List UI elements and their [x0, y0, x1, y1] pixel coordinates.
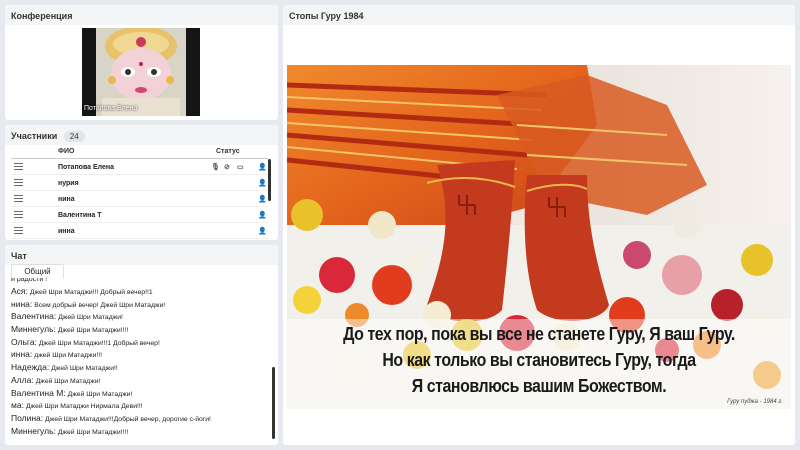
tab-general[interactable]: Общий [11, 264, 64, 278]
participant-name: Валентина Т [58, 212, 102, 219]
screen-share-icon[interactable]: ▭ [237, 163, 244, 171]
microphone-icon[interactable]: 🎙 [211, 163, 220, 171]
participants-scrollbar[interactable] [268, 159, 271, 201]
participants-table-header: ФИО Статус [11, 147, 268, 159]
user-avatar-icon: 👤 [258, 164, 267, 171]
caption-line-3: Я становлюсь вашим Божеством. [411, 375, 667, 396]
participant-name: инна [58, 228, 75, 235]
presentation-slide: До тех пор, пока вы все не станете Гуру,… [287, 65, 791, 409]
chat-author: Валентина: [11, 311, 57, 322]
chat-author: Ася: [11, 286, 28, 296]
chat-message: ма: Джей Шри Матаджи Нирмала Деви!!! [5, 400, 270, 413]
chat-text: Джей Шри Матаджи!!! Добрый вечер!!1 [29, 289, 153, 296]
chat-author: ма: [11, 400, 24, 411]
user-avatar-icon: 👤 [258, 196, 267, 203]
drag-handle-icon[interactable] [14, 195, 23, 204]
chat-messages: и радости ! Ася: Джей Шри Матаджи!!! Добр… [5, 278, 270, 445]
caption-line-2: Но как только вы становитесь Гуру, тогда [382, 349, 696, 370]
camera-off-icon[interactable]: ⊘ [224, 163, 230, 171]
presentation-title: Стопы Гуру 1984 [283, 5, 795, 25]
participant-name: Потапова Елена [58, 164, 115, 171]
chat-text: Джей Шри Матаджи!!!Добрый вечер, дорогие… [45, 415, 211, 423]
participant-name: нурия [58, 180, 79, 187]
chat-message: Миннегуль: Джей Шри Матаджи!!!! [5, 324, 270, 337]
chat-scrollbar[interactable] [272, 367, 275, 439]
chat-message: Валентина М: Джей Шри Матаджи! [5, 388, 270, 401]
chat-author: Валентина М: [11, 387, 66, 398]
participant-name: нина [58, 196, 75, 203]
participants-panel: Участники 24 ФИО Статус Потапова Елена 🎙… [5, 125, 278, 240]
chat-text: Всем добрый вечер! Джей Шри Матаджи! [34, 301, 166, 309]
column-header-fio: ФИО [58, 148, 75, 155]
presentation-panel: Стопы Гуру 1984 До тех пор, пока вы все … [283, 5, 795, 445]
chat-text: Джей Шри Матаджи! [35, 377, 101, 385]
chat-message: Алла: Джей Шри Матаджи! [5, 375, 270, 388]
participants-header: Участники 24 [5, 125, 278, 145]
chat-author: нина: [11, 298, 33, 309]
participant-row[interactable]: Валентина Т 👤 [11, 208, 268, 223]
conference-title: Конференция [5, 5, 278, 25]
chat-author: Надежда: [11, 362, 50, 373]
chat-message: Ася: Джей Шри Матаджи!!! Добрый вечер!!1 [5, 286, 270, 299]
chat-message: Полина: Джей Шри Матаджи!!!Добрый вечер, … [5, 413, 270, 426]
drag-handle-icon[interactable] [14, 179, 23, 188]
slide-caption: До тех пор, пока вы все не станете Гуру,… [322, 321, 755, 399]
chat-text: Джей Шри Матаджи!!!1 Добрый вечер! [38, 339, 160, 347]
participant-row[interactable]: инна 👤 [11, 224, 268, 239]
chat-author: Миннегуль: [11, 324, 56, 335]
conference-panel: Конференция Потапова Елена [5, 5, 278, 120]
chat-author: Ольга: [11, 336, 37, 347]
drag-handle-icon[interactable] [14, 227, 23, 236]
chat-message: инна: джей Шри Матаджи!!! [5, 349, 270, 362]
video-participant-name: Потапова Елена [84, 105, 138, 112]
user-avatar-icon: 👤 [258, 212, 267, 219]
participant-row[interactable]: нурия 👤 [11, 176, 268, 191]
chat-text: Джей Шри Матаджи! [58, 314, 123, 322]
caption-line-1: До тех пор, пока вы все не станете Гуру,… [343, 323, 735, 344]
drag-handle-icon[interactable] [14, 211, 23, 220]
participants-count-badge: 24 [63, 131, 85, 142]
user-avatar-icon: 👤 [258, 180, 267, 187]
drag-handle-icon[interactable] [14, 163, 23, 172]
chat-message: Валентина: Джей Шри Матаджи! [5, 311, 270, 324]
chat-text: Джей Шри Матаджи!! [51, 365, 118, 373]
chat-message: Миннегуль: Джей Шри Матаджи!!!! [5, 426, 270, 439]
chat-author: Алла: [11, 374, 34, 385]
chat-partial-line: и радости ! [11, 278, 48, 283]
chat-author: Миннегуль: [11, 425, 56, 436]
chat-author: Полина: [11, 412, 44, 423]
participant-row[interactable]: Потапова Елена 🎙 ⊘ ▭ 👤 [11, 160, 268, 175]
chat-text: Джей Шри Матаджи! [67, 390, 133, 398]
chat-message: нина: Всем добрый вечер! Джей Шри Матаджи… [5, 299, 270, 312]
participants-title: Участники [11, 131, 58, 141]
video-image [82, 28, 200, 116]
slide-signature: Гуру пуджа - 1984 г. [727, 399, 783, 405]
participant-row[interactable]: нина 👤 [11, 192, 268, 207]
chat-text: Джей Шри Матаджи Нирмала Деви!!! [25, 403, 143, 411]
chat-panel: Чат Общий и радости ! Ася: Джей Шри Матад… [5, 245, 278, 445]
chat-text: Джей Шри Матаджи!!!! [57, 428, 129, 436]
chat-title: Чат [5, 245, 278, 265]
chat-text: Джей Шри Матаджи!!!! [57, 327, 129, 335]
column-header-status: Статус [216, 148, 240, 155]
chat-author: инна: [11, 349, 33, 360]
chat-message: Надежда: Джей Шри Матаджи!! [5, 362, 270, 375]
chat-message: Ольга: Джей Шри Матаджи!!!1 Добрый вечер! [5, 337, 270, 350]
chat-text: джей Шри Матаджи!!! [34, 352, 103, 360]
user-avatar-icon: 👤 [258, 228, 267, 235]
video-tile[interactable]: Потапова Елена [82, 28, 200, 116]
